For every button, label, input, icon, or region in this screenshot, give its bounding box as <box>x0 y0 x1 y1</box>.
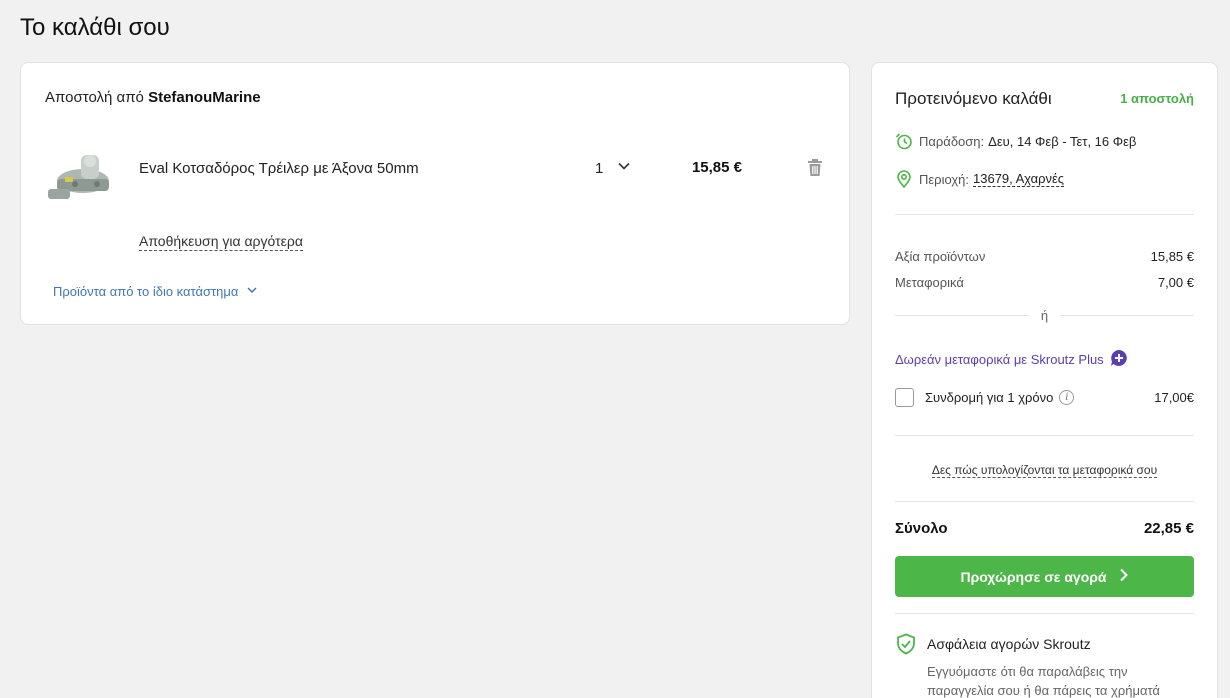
chevron-down-icon <box>246 284 258 299</box>
page-title: Το καλάθι σου <box>20 14 170 41</box>
product-image[interactable] <box>45 151 119 209</box>
shipping-calc-row: Δες πώς υπολογίζονται τα μεταφορικά σου <box>872 461 1217 479</box>
checkout-label: Προχώρησε σε αγορά <box>960 568 1107 585</box>
cart-summary-card: Προτεινόμενο καλάθι 1 αποστολή Παράδοση:… <box>871 62 1218 698</box>
or-separator: ή <box>895 308 1195 323</box>
divider <box>895 214 1194 215</box>
product-price: 15,85 € <box>691 159 742 176</box>
checkout-button[interactable]: Προχώρησε σε αγορά <box>895 556 1194 597</box>
safety-description: Εγγυόμαστε ότι θα παραλάβεις την παραγγε… <box>927 664 1160 698</box>
location-pin-icon <box>895 170 913 188</box>
plus-chat-icon <box>1110 349 1128 370</box>
save-for-later-link[interactable]: Αποθήκευση για αργότερα <box>139 233 303 251</box>
delivery-value: Δευ, 14 Φεβ - Τετ, 16 Φεβ <box>988 133 1137 149</box>
shipment-header: Αποστολή από StefanouMarine <box>45 89 261 106</box>
shipping-label: Μεταφορικά <box>895 275 964 290</box>
quantity-select[interactable]: 1 <box>595 159 631 177</box>
info-icon[interactable]: i <box>1059 390 1075 405</box>
total-value: 22,85 € <box>1143 520 1194 537</box>
chevron-right-icon <box>1119 568 1129 585</box>
products-value: 15,85 € <box>1150 249 1194 264</box>
products-value-label: Αξία προϊόντων <box>895 249 986 264</box>
summary-title: Προτεινόμενο καλάθι <box>895 89 1052 108</box>
alarm-clock-icon <box>895 132 913 150</box>
chevron-down-icon <box>617 159 631 177</box>
shipment-prefix: Αποστολή από <box>45 89 144 106</box>
area-label: Περιοχή: <box>919 171 970 187</box>
divider <box>895 613 1194 614</box>
subscription-label: Συνδρομή για 1 χρόνο <box>925 390 1054 405</box>
delivery-info: Παράδοση: Δευ, 14 Φεβ - Τετ, 16 Φεβ <box>895 132 1136 150</box>
safety-header: Ασφάλεια αγορών Skroutz <box>895 633 1091 655</box>
area-value-link[interactable]: 13679, Αχαρνές <box>973 171 1065 187</box>
delivery-label: Παράδοση: <box>919 133 985 149</box>
skroutz-plus-link[interactable]: Δωρεάν μεταφορικά με Skroutz Plus <box>895 349 1128 370</box>
store-name[interactable]: StefanouMarine <box>148 89 261 106</box>
products-value-row: Αξία προϊόντων 15,85 € <box>895 249 1194 264</box>
skroutz-plus-label: Δωρεάν μεταφορικά με Skroutz Plus <box>895 352 1104 367</box>
or-text: ή <box>1040 308 1049 323</box>
total-row: Σύνολο 22,85 € <box>895 520 1194 537</box>
divider <box>895 501 1194 502</box>
cart-shipment-card: Αποστολή από StefanouMarine Eval Κοτσαδό… <box>20 62 850 325</box>
product-name[interactable]: Eval Κοτσαδόρος Τρέιλερ με Άξονα 50mm <box>139 160 419 177</box>
shipping-calc-link[interactable]: Δες πώς υπολογίζονται τα μεταφορικά σου <box>931 463 1158 478</box>
total-label: Σύνολο <box>895 520 948 537</box>
subscription-checkbox[interactable] <box>895 388 914 407</box>
quantity-value: 1 <box>595 159 604 177</box>
shipments-badge: 1 αποστολή <box>1120 91 1194 106</box>
safety-title: Ασφάλεια αγορών Skroutz <box>927 636 1091 652</box>
area-info: Περιοχή: 13679, Αχαρνές <box>895 170 1065 188</box>
shipping-row: Μεταφορικά 7,00 € <box>895 275 1194 290</box>
same-store-label: Προϊόντα από το ίδιο κατάστημα <box>53 284 239 299</box>
shipping-value: 7,00 € <box>1157 275 1194 290</box>
same-store-products-toggle[interactable]: Προϊόντα από το ίδιο κατάστημα <box>53 284 258 299</box>
subscription-price: 17,00€ <box>1154 390 1194 405</box>
subscription-row: Συνδρομή για 1 χρόνο i 17,00€ <box>895 388 1194 407</box>
shield-check-icon <box>895 633 917 655</box>
trash-icon[interactable] <box>807 159 823 182</box>
divider <box>895 435 1194 436</box>
